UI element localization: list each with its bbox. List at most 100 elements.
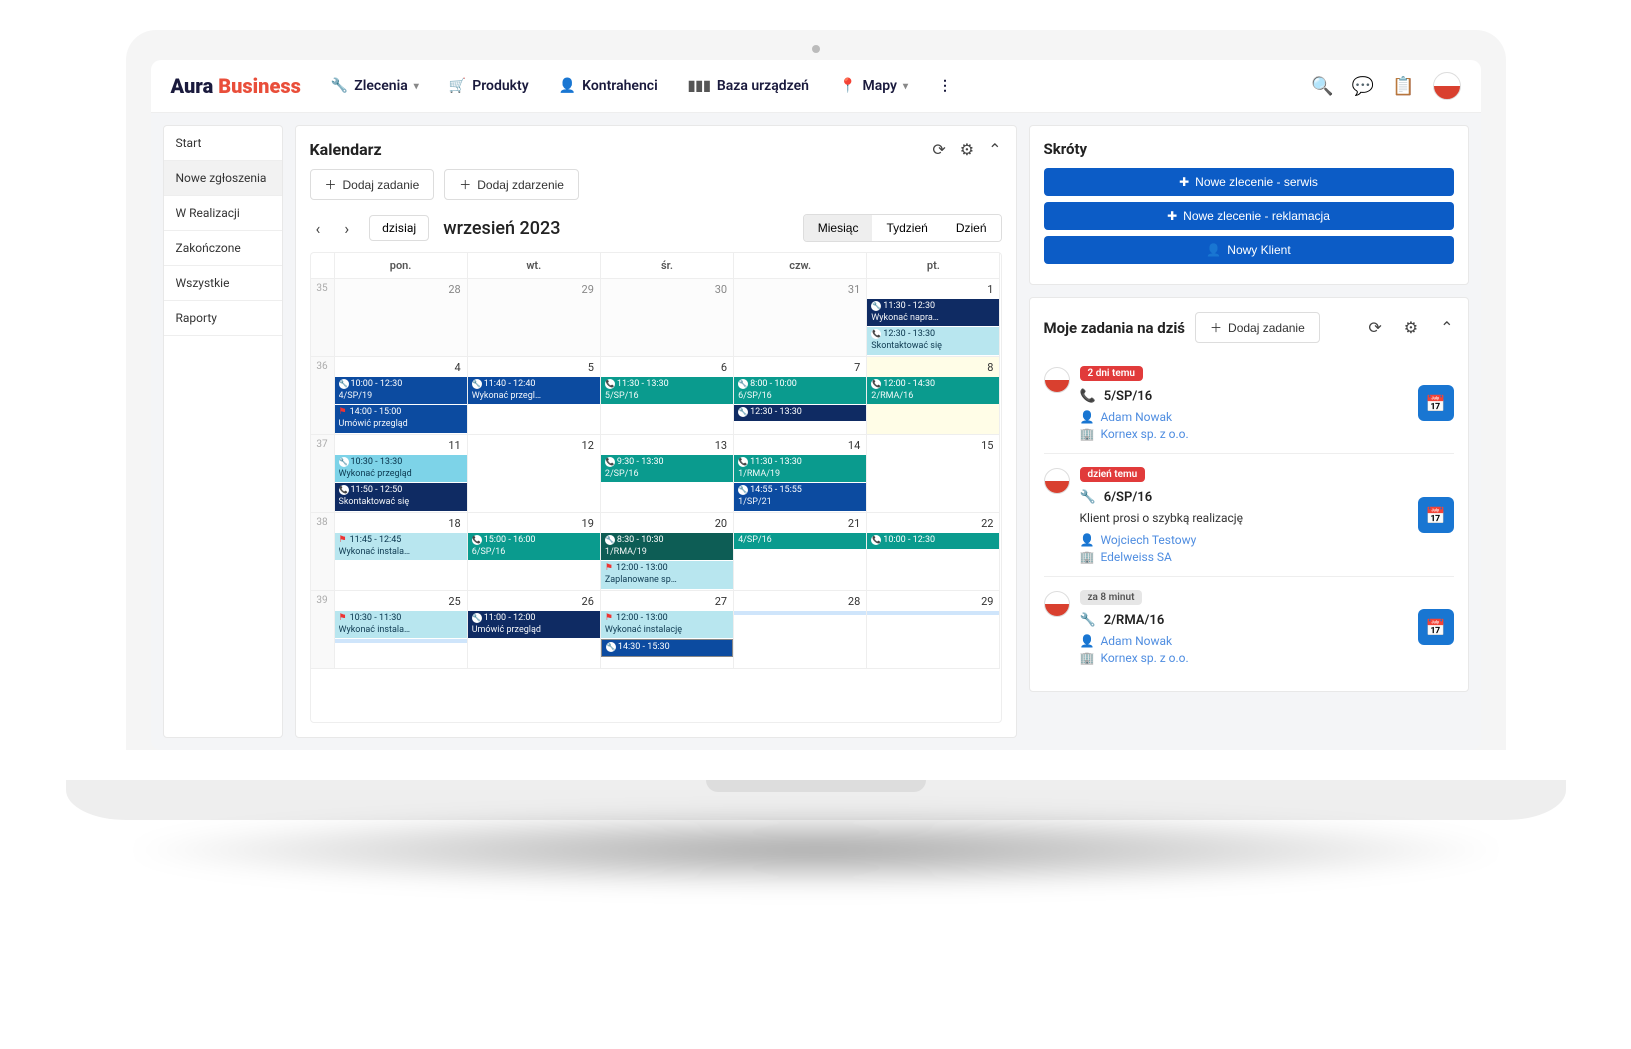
calendar-day[interactable]: 20🔧8:30 - 10:301/RMA/1912:00 - 13:00Zapl… [601,513,734,591]
calendar-event[interactable]: 🔧8:30 - 10:301/RMA/19 [601,533,733,560]
nav-kontrahenci[interactable]: 👤 Kontrahenci [559,78,658,94]
calendar-day[interactable]: 19📞15:00 - 16:006/SP/16 [468,513,601,591]
calendar-day[interactable]: 29 [468,279,601,357]
gear-icon[interactable]: ⚙ [960,140,974,159]
calendar-day[interactable]: 4🔧10:00 - 12:304/SP/1914:00 - 15:00Umówi… [335,357,468,435]
calendar-day[interactable]: 1🔧11:30 - 12:30Wykonać napra…📞12:30 - 13… [867,279,1000,357]
view-week[interactable]: Tydzień [872,215,941,241]
calendar-event[interactable]: 14:00 - 15:00Umówić przegląd [335,405,467,432]
sidebar-item-nowe[interactable]: Nowe zgłoszenia [164,161,282,196]
nav-label: Produkty [472,78,529,94]
calendar-event[interactable]: 📞12:30 - 13:30Skontaktować się [867,327,999,354]
calendar-day[interactable]: 28 [335,279,468,357]
calendar-event[interactable]: 🔧11:30 - 12:30Wykonać napra… [867,299,999,326]
nav-produkty[interactable]: 🛒 Produkty [449,78,529,94]
calendar-event[interactable]: 📞12:00 - 14:302/RMA/16 [867,377,999,404]
task-id[interactable]: 🔧 6/SP/16 [1080,490,1408,505]
new-client[interactable]: Nowy Klient [1044,236,1454,264]
nav-more[interactable]: ⋮ [938,78,952,94]
chat-icon[interactable]: 💬 [1352,76,1374,97]
sidebar-item-wszystkie[interactable]: Wszystkie [164,266,282,301]
calendar-event[interactable] [335,639,467,643]
calendar-event[interactable]: 📞11:30 - 13:301/RMA/19 [734,455,866,482]
calendar-event[interactable]: 🔧11:40 - 12:40Wykonać przegl… [468,377,600,404]
nav-zlecenia[interactable]: 🔧 Zlecenia ▾ [331,78,419,94]
view-month[interactable]: Miesiąc [804,215,873,241]
task-person[interactable]: 👤Wojciech Testowy [1080,533,1408,547]
gear-icon[interactable]: ⚙ [1404,318,1418,337]
schedule-button[interactable]: 📅 [1418,609,1454,645]
sidebar-item-wrealizacji[interactable]: W Realizacji [164,196,282,231]
refresh-icon[interactable]: ⟳ [1368,318,1381,337]
calendar-event[interactable]: 📞11:30 - 13:305/SP/16 [601,377,733,404]
calendar-event[interactable]: 🔧14:55 - 15:551/SP/21 [734,483,866,510]
schedule-button[interactable]: 📅 [1418,385,1454,421]
prev-month[interactable]: ‹ [310,215,327,242]
avatar[interactable] [1433,72,1461,100]
sidebar-item-start[interactable]: Start [164,126,282,161]
calendar-day[interactable]: 1811:45 - 12:45Wykonać instala… [335,513,468,591]
calendar-day[interactable]: 7🔧8:00 - 10:006/SP/16🔧12:30 - 13:30 [734,357,867,435]
new-order-serwis[interactable]: Nowe zlecenie - serwis [1044,168,1454,196]
search-icon[interactable]: 🔍 [1311,76,1333,97]
today-button[interactable]: dzisiaj [369,215,429,241]
calendar-event[interactable]: 11:45 - 12:45Wykonać instala… [335,533,467,560]
schedule-button[interactable]: 📅 [1418,497,1454,533]
calendar-event[interactable]: 4/SP/16 [734,533,866,549]
day-number: 15 [981,439,993,452]
calendar-event[interactable]: 10:30 - 11:30Wykonać instala… [335,611,467,638]
calendar-day[interactable]: 5🔧11:40 - 12:40Wykonać przegl… [468,357,601,435]
nav-mapy[interactable]: 📍 Mapy ▾ [839,78,908,94]
calendar-day[interactable]: 13📞9:30 - 13:302/SP/16 [601,435,734,513]
add-event-button[interactable]: ＋ Dodaj zdarzenie [444,169,579,200]
calendar-day[interactable]: 29 [867,591,1000,669]
collapse-icon[interactable]: ⌃ [988,140,1001,159]
clipboard-icon[interactable]: 📋 [1392,76,1414,97]
calendar-day[interactable]: 8📞12:00 - 14:302/RMA/16 [867,357,1000,435]
calendar-day[interactable]: 14📞11:30 - 13:301/RMA/19🔧14:55 - 15:551/… [734,435,867,513]
calendar-day[interactable]: 12 [468,435,601,513]
calendar-event[interactable]: 12:00 - 13:00Zaplanowane sp… [601,561,733,588]
calendar-event[interactable]: 📞10:00 - 12:30 [867,533,999,549]
calendar-day[interactable]: 214/SP/16 [734,513,867,591]
calendar-event[interactable]: 📞15:00 - 16:006/SP/16 [468,533,600,560]
task-person[interactable]: 👤Adam Nowak [1080,410,1408,424]
calendar-event[interactable]: 12:00 - 13:00Wykonać instalację [601,611,733,638]
task-person[interactable]: 👤Adam Nowak [1080,634,1408,648]
calendar-day[interactable]: 11🔧10:30 - 13:30Wykonać przegląd📞11:50 -… [335,435,468,513]
task-id[interactable]: 📞 5/SP/16 [1080,389,1408,404]
calendar-day[interactable]: 30 [601,279,734,357]
calendar-day[interactable]: 15 [867,435,1000,513]
next-month[interactable]: › [338,215,355,242]
calendar-day[interactable]: 2510:30 - 11:30Wykonać instala… [335,591,468,669]
calendar-event[interactable]: 🔧10:00 - 12:304/SP/19 [335,377,467,404]
calendar-day[interactable]: 6📞11:30 - 13:305/SP/16 [601,357,734,435]
calendar-day[interactable]: 22📞10:00 - 12:30 [867,513,1000,591]
sidebar-item-raporty[interactable]: Raporty [164,301,282,336]
task-company[interactable]: 🏢Kornex sp. z o.o. [1080,651,1408,665]
refresh-icon[interactable]: ⟳ [932,140,945,159]
task-company[interactable]: 🏢Kornex sp. z o.o. [1080,427,1408,441]
sidebar-item-zakonczone[interactable]: Zakończone [164,231,282,266]
task-company[interactable]: 🏢Edelweiss SA [1080,550,1408,564]
calendar-day[interactable]: 28 [734,591,867,669]
calendar-day[interactable]: 26🔧11:00 - 12:00Umówić przegląd [468,591,601,669]
new-order-reklamacja[interactable]: Nowe zlecenie - reklamacja [1044,202,1454,230]
calendar-event[interactable]: 🔧11:00 - 12:00Umówić przegląd [468,611,600,638]
calendar-day[interactable]: 31 [734,279,867,357]
calendar-event[interactable]: 🔧12:30 - 13:30 [734,405,866,421]
collapse-icon[interactable]: ⌃ [1440,318,1453,337]
calendar-event[interactable] [867,611,999,615]
calendar-event[interactable]: 🔧10:30 - 13:30Wykonać przegląd [335,455,467,482]
view-day[interactable]: Dzień [942,215,1001,241]
task-id[interactable]: 🔧 2/RMA/16 [1080,613,1408,628]
add-task-button[interactable]: ＋ Dodaj zadanie [310,169,435,200]
calendar-event[interactable]: 📞9:30 - 13:302/SP/16 [601,455,733,482]
calendar-event[interactable]: 📞11:50 - 12:50Skontaktować się [335,483,467,510]
add-task-button[interactable]: ＋ Dodaj zadanie [1195,312,1320,343]
nav-baza[interactable]: ▮▮▮ Baza urządzeń [688,78,809,94]
calendar-event[interactable]: 🔧8:00 - 10:006/SP/16 [734,377,866,404]
calendar-event[interactable] [734,611,866,615]
calendar-event[interactable]: 🔧14:30 - 15:30 [601,639,733,657]
calendar-day[interactable]: 2712:00 - 13:00Wykonać instalację🔧14:30 … [601,591,734,669]
